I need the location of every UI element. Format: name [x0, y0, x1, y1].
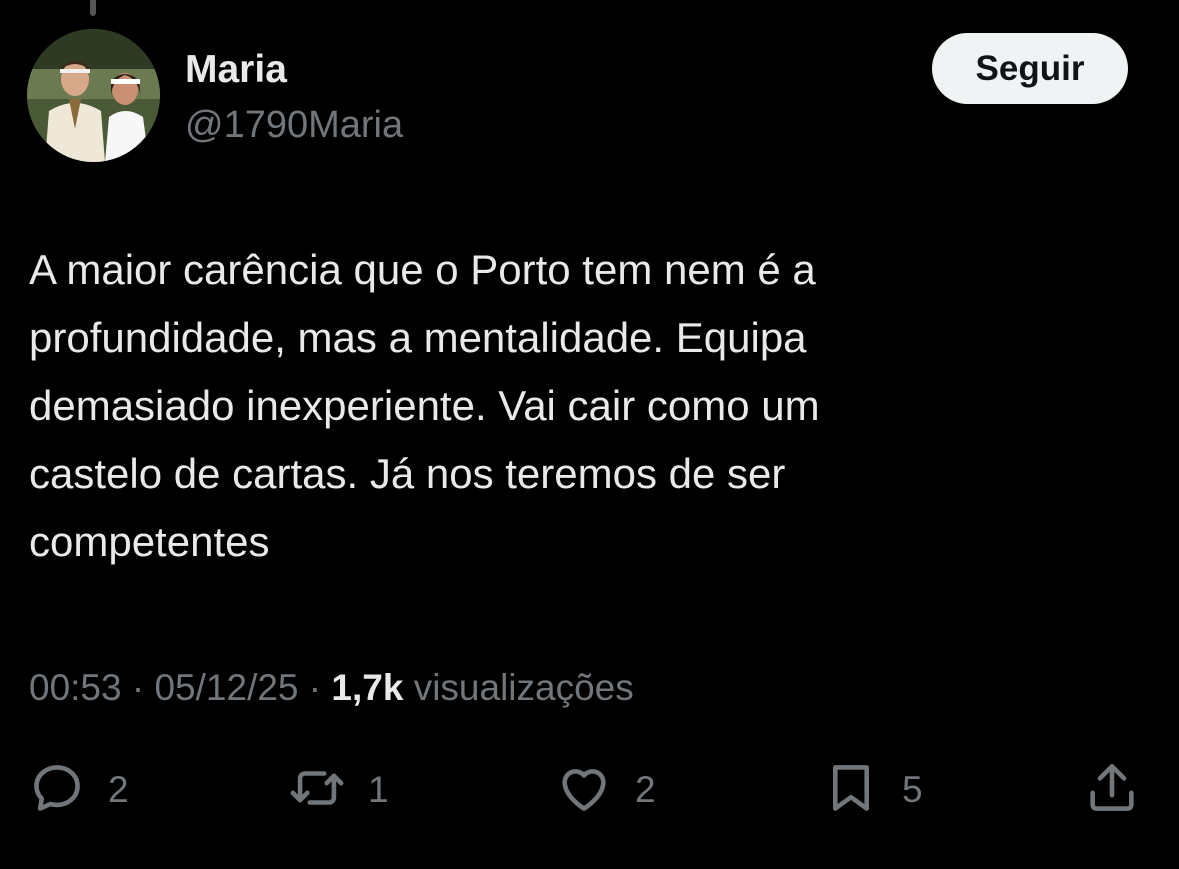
meta-separator: · — [298, 667, 332, 708]
reply-button[interactable]: 2 — [28, 755, 129, 825]
tweet-meta: 00:53 · 05/12/25 · 1,7k visualizações — [29, 664, 634, 712]
like-count: 2 — [635, 769, 656, 810]
like-button[interactable]: 2 — [555, 755, 656, 825]
bookmark-count: 5 — [902, 769, 923, 810]
share-button[interactable] — [1083, 755, 1141, 825]
scroll-indicator — [90, 0, 96, 16]
bookmark-button[interactable]: 5 — [822, 755, 923, 825]
retweet-icon — [288, 759, 346, 822]
author-display-name[interactable]: Maria — [185, 48, 287, 92]
follow-button[interactable]: Seguir — [932, 33, 1128, 104]
reply-icon — [28, 759, 86, 822]
retweet-button[interactable]: 1 — [288, 755, 389, 825]
heart-icon — [555, 759, 613, 822]
views-label: visualizações — [403, 667, 634, 708]
meta-separator: · — [121, 667, 155, 708]
avatar[interactable] — [27, 29, 160, 162]
action-bar: 2 1 2 5 — [0, 755, 1179, 825]
share-icon — [1083, 759, 1141, 822]
author-handle[interactable]: @1790Maria — [185, 103, 403, 147]
tweet-text: A maior carência que o Porto tem nem é a… — [29, 246, 820, 565]
bookmark-icon — [822, 759, 880, 822]
tweet-time[interactable]: 00:53 — [29, 667, 122, 708]
tweet-date[interactable]: 05/12/25 — [154, 667, 298, 708]
views-count[interactable]: 1,7k — [331, 667, 403, 708]
reply-count: 2 — [108, 769, 129, 810]
tweet-detail-page: Maria @1790Maria Seguir A maior carência… — [0, 0, 1179, 869]
retweet-count: 1 — [368, 769, 389, 810]
